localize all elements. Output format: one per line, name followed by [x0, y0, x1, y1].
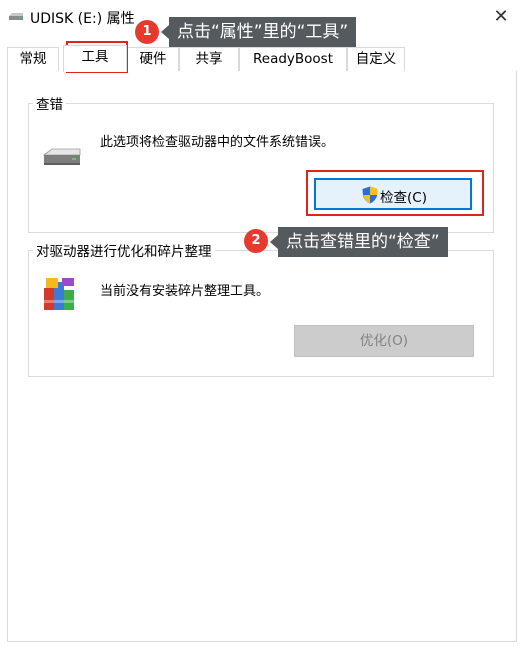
tab-sharing[interactable]: 共享 — [179, 47, 239, 71]
optimize-group — [28, 250, 494, 377]
optimize-button[interactable]: 优化(O) — [294, 325, 474, 357]
tab-customize[interactable]: 自定义 — [347, 47, 405, 71]
check-button-label: 检查(C) — [380, 190, 427, 206]
callout-1: 点击“属性”里的“工具” — [169, 17, 357, 47]
step-badge-1: 1 — [135, 20, 159, 44]
check-button[interactable]: 检查(C) — [314, 178, 472, 210]
error-checking-description: 此选项将检查驱动器中的文件系统错误。 — [100, 135, 335, 150]
step-badge-2: 2 — [244, 229, 268, 253]
error-checking-title: 查错 — [33, 93, 66, 113]
tab-readyboost[interactable]: ReadyBoost — [239, 47, 347, 71]
callout-arrow-1 — [161, 25, 169, 39]
error-checking-group — [28, 103, 494, 233]
tab-hardware[interactable]: 硬件 — [127, 47, 179, 71]
tab-tools[interactable]: 工具 — [63, 45, 127, 72]
callout-arrow-2 — [270, 235, 278, 249]
close-button[interactable]: ✕ — [489, 5, 513, 29]
shield-icon — [362, 186, 378, 208]
callout-2: 点击查错里的“检查” — [278, 227, 448, 257]
disk-drive-icon — [42, 147, 82, 169]
drive-icon — [8, 10, 24, 22]
defrag-icon — [42, 276, 78, 316]
tab-strip: 常规 工具 硬件 共享 ReadyBoost 自定义 — [7, 45, 517, 72]
optimize-title: 对驱动器进行优化和碎片整理 — [33, 240, 215, 260]
tab-general[interactable]: 常规 — [7, 47, 59, 71]
optimize-description: 当前没有安装碎片整理工具。 — [100, 284, 270, 299]
window-title: UDISK (E:) 属性 — [30, 11, 135, 27]
